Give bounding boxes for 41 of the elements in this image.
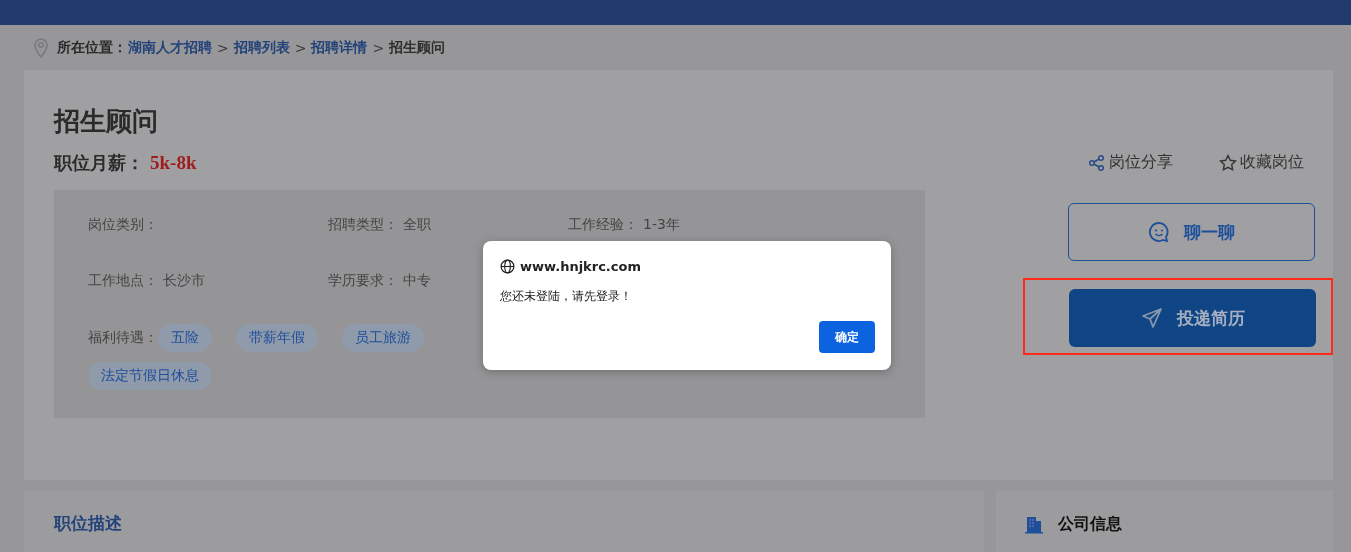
field-label: 招聘类型： [328, 216, 398, 234]
share-icon [1088, 153, 1106, 172]
star-icon [1219, 153, 1237, 172]
job-title: 招生顾问 [54, 105, 159, 138]
breadcrumb-label: 所在位置： [57, 38, 127, 57]
apply-button[interactable]: 投递简历 [1069, 289, 1316, 347]
dialog-message: 您还未登陆，请先登录！ [500, 288, 633, 305]
benefit-tag: 法定节假日休息 [88, 362, 212, 390]
chat-bubble-icon [1148, 221, 1170, 243]
breadcrumb-separator: > [372, 39, 385, 56]
field-value: 中专 [403, 272, 431, 290]
salary-value: 5k-8k [150, 152, 197, 174]
breadcrumb-link[interactable]: 招聘详情 [311, 38, 368, 57]
section-title: 职位描述 [54, 513, 122, 535]
globe-icon [500, 259, 515, 274]
field-label: 工作地点： [88, 272, 158, 290]
breadcrumb-link[interactable]: 招聘列表 [233, 38, 290, 57]
benefit-tag: 五险 [158, 324, 212, 352]
breadcrumb-separator: > [294, 39, 307, 56]
chat-button[interactable]: 聊一聊 [1068, 203, 1315, 261]
field-value: 全职 [403, 216, 431, 234]
paper-plane-icon [1140, 307, 1163, 329]
building-icon [1024, 514, 1044, 534]
breadcrumb-separator: > [217, 39, 229, 56]
breadcrumb-current: 招生顾问 [389, 38, 446, 57]
field-label: 工作经验： [568, 216, 638, 234]
field-label: 岗位类别： [88, 216, 158, 234]
salary-label: 职位月薪： [54, 151, 144, 175]
benefit-tag: 带薪年假 [236, 324, 318, 352]
field-label: 学历要求： [328, 272, 398, 290]
section-title: 公司信息 [1058, 514, 1122, 535]
field-value: 1-3年 [643, 216, 680, 234]
benefit-tag: 员工旅游 [342, 324, 424, 352]
share-link[interactable]: 岗位分享 [1088, 152, 1173, 173]
dialog-title: www.hnjkrc.com [520, 259, 641, 274]
ok-button[interactable]: 确定 [819, 321, 875, 353]
benefits-label: 福利待遇： [88, 329, 158, 347]
field-value: 长沙市 [163, 272, 205, 290]
collect-link[interactable]: 收藏岗位 [1219, 152, 1304, 173]
location-pin-icon [34, 37, 48, 58]
breadcrumb-link[interactable]: 湖南人才招聘 [128, 38, 212, 57]
